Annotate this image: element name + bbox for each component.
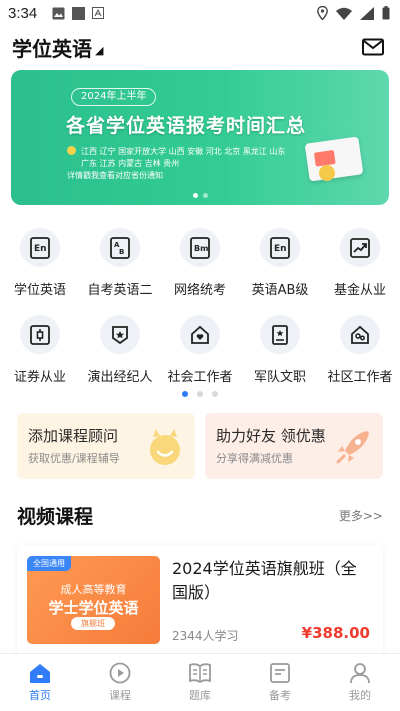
rocket-icon (336, 431, 369, 464)
status-time: 3:34 (8, 4, 38, 22)
exam-selector[interactable]: 学位英语 (12, 33, 92, 62)
category-pager-dot[interactable] (212, 391, 218, 397)
category-yingyu-ab[interactable]: En 英语AB级 (240, 228, 320, 298)
category-label: 英语AB级 (251, 283, 309, 298)
candlestick-icon (20, 315, 60, 354)
category-label: 自考英语二 (87, 283, 153, 298)
svg-text:Bm: Bm (194, 244, 208, 253)
banner-dot-active (192, 193, 198, 198)
category-grid-row1: En 学位英语 AB 自考英语二 Bm 网络统考 En 英语AB级 基金从业 (0, 228, 400, 298)
smile-face-icon (150, 429, 180, 465)
banner-provinces-line2: 广东 江苏 内蒙古 吉林 贵州 (81, 159, 180, 168)
category-grid-row2: 证券从业 演出经纪人 社会工作者 军队文职 社区工作者 (0, 315, 400, 385)
category-label: 证券从业 (13, 370, 66, 385)
category-shehui-gongzuozhe[interactable]: 社会工作者 (160, 315, 240, 385)
category-label: 演出经纪人 (87, 370, 153, 385)
tab-label: 首页 (29, 689, 51, 702)
clipboard-icon (270, 663, 290, 683)
en-book-icon: En (20, 228, 60, 267)
category-jundui-wenzhi[interactable]: 军队文职 (240, 315, 320, 385)
category-shequ-gongzuozhe[interactable]: 社区工作者 (320, 315, 400, 385)
category-label: 军队文职 (253, 370, 306, 385)
promo-cards: 添加课程顾问 获取优惠/课程辅导 助力好友 领优惠 分享得满减优惠 (17, 413, 383, 479)
coin-illustration-icon (319, 165, 335, 181)
bottom-tab-bar: 首页 课程 题库 备考 我的 (0, 653, 400, 711)
dropdown-caret-icon[interactable]: ◢ (95, 44, 103, 57)
course-learners: 2344人学习 (172, 629, 239, 643)
book-icon (189, 663, 211, 684)
banner-dot (202, 193, 208, 198)
tab-label: 题库 (189, 689, 211, 702)
banner-year-pill: 2024年上半年 (71, 88, 157, 106)
star-document-icon (260, 315, 300, 354)
app-header: 学位英语 ◢ (0, 26, 400, 68)
home-screen: 3:34 学位英语 ◢ 2024年上半年 各省学位英语报考时间汇总 江西 辽宁 … (0, 0, 400, 711)
promo-banner[interactable]: 2024年上半年 各省学位英语报考时间汇总 江西 辽宁 国家开放大学 山西 安徽… (11, 70, 389, 205)
user-icon (350, 663, 370, 684)
category-label: 基金从业 (333, 283, 386, 298)
home-icon (30, 664, 50, 683)
check-icon (67, 146, 76, 155)
star-badge-icon (100, 315, 140, 354)
course-thumbnail: 全国通用 成人高等教育 学士学位英语 旗舰班 (27, 556, 160, 644)
thumb-line2: 学士学位英语 (48, 599, 139, 617)
mail-icon[interactable] (362, 38, 384, 56)
svg-text:En: En (34, 244, 47, 254)
category-jijin-congye[interactable]: 基金从业 (320, 228, 400, 298)
category-pager (0, 391, 400, 397)
category-label: 学位英语 (13, 283, 66, 298)
banner-headline: 各省学位英语报考时间汇总 (66, 115, 307, 137)
thumb-badge: 旗舰班 (71, 617, 115, 630)
location-icon (317, 6, 328, 20)
thumb-line1: 成人高等教育 (60, 583, 127, 596)
category-zikao-yingyu-er[interactable]: AB 自考英语二 (80, 228, 160, 298)
section-title: 视频课程 (17, 506, 94, 528)
image-notification-icon (52, 7, 65, 19)
tab-exam-prep[interactable]: 备考 (240, 654, 320, 711)
svg-text:B: B (119, 248, 124, 256)
category-label: 网络统考 (173, 283, 226, 298)
status-bar: 3:34 (0, 0, 400, 26)
banner-pager (11, 193, 389, 198)
people-house-icon (340, 315, 380, 354)
category-pager-dot[interactable] (197, 391, 203, 397)
ab-book-icon: AB (100, 228, 140, 267)
tab-courses[interactable]: 课程 (80, 654, 160, 711)
play-icon (109, 662, 131, 684)
tab-mine[interactable]: 我的 (320, 654, 400, 711)
category-label: 社区工作者 (327, 370, 393, 385)
svg-text:En: En (274, 244, 287, 254)
signal-icon (360, 6, 374, 20)
en-book-icon: En (260, 228, 300, 267)
tab-label: 课程 (109, 689, 131, 702)
bm-book-icon: Bm (180, 228, 220, 267)
banner-notice: 详情戳我查看对应省份通知 (67, 171, 163, 180)
course-price: ¥388.00 (301, 624, 370, 642)
course-name: 2024学位英语旗舰班（全国版） (172, 559, 357, 602)
tab-label: 备考 (269, 689, 291, 702)
category-pager-dot-active[interactable] (182, 391, 188, 397)
house-heart-icon (180, 315, 220, 354)
invite-friend-card[interactable]: 助力好友 领优惠 分享得满减优惠 (205, 413, 383, 479)
category-zhengquan-congye[interactable]: 证券从业 (0, 315, 80, 385)
category-yanchu-jingjiren[interactable]: 演出经纪人 (80, 315, 160, 385)
video-course-section-header: 视频课程 更多>> (17, 502, 383, 529)
square-notification-icon (72, 6, 86, 20)
more-link[interactable]: 更多>> (339, 507, 383, 524)
tab-home[interactable]: 首页 (0, 654, 80, 711)
banner-provinces-line1: 江西 辽宁 国家开放大学 山西 安徽 河北 北京 黑龙江 山东 (81, 147, 286, 156)
add-advisor-card[interactable]: 添加课程顾问 获取优惠/课程辅导 (17, 413, 195, 479)
thumb-tag: 全国通用 (27, 556, 71, 571)
battery-icon (382, 6, 390, 20)
tab-label: 我的 (349, 689, 371, 702)
wifi-icon (336, 7, 352, 20)
category-label: 社会工作者 (167, 370, 233, 385)
category-wangluo-tongkao[interactable]: Bm 网络统考 (160, 228, 240, 298)
font-notification-icon (92, 7, 105, 19)
chart-up-icon (340, 228, 380, 267)
tab-question-bank[interactable]: 题库 (160, 654, 240, 711)
course-card[interactable]: 全国通用 成人高等教育 学士学位英语 旗舰班 2024学位英语旗舰班（全国版） … (17, 545, 383, 655)
category-xuewei-yingyu[interactable]: En 学位英语 (0, 228, 80, 298)
